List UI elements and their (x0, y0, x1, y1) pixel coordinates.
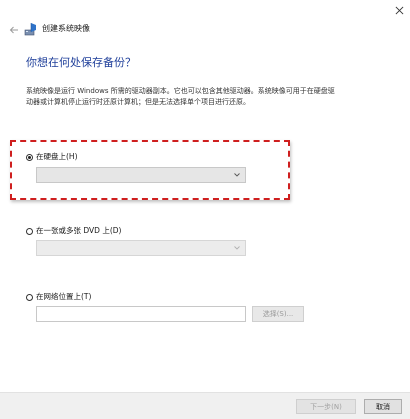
radio-button-network[interactable] (26, 293, 33, 301)
chevron-down-icon (234, 246, 240, 250)
back-button[interactable] (8, 24, 20, 36)
page-heading: 你想在何处保存备份？ (26, 56, 136, 69)
network-location-input[interactable] (36, 306, 246, 322)
back-arrow-icon (9, 26, 18, 34)
next-button[interactable]: 下一步(N) (296, 399, 356, 414)
radio-button-hard-disk[interactable] (26, 153, 33, 161)
chevron-down-icon (234, 173, 240, 177)
radio-label-hard-disk: 在硬盘上(H) (36, 152, 78, 161)
close-icon (395, 6, 403, 14)
footer-bar: 下一步(N) 取消 (0, 392, 410, 419)
cancel-button[interactable]: 取消 (364, 399, 402, 414)
hard-disk-dropdown[interactable] (36, 167, 246, 183)
description-line: 动器或计算机停止运行时还原计算机；但是无法选择单个项目进行还原。 (26, 98, 250, 106)
radio-button-dvd[interactable] (26, 227, 33, 235)
close-button[interactable] (391, 2, 407, 18)
create-system-image-window: 创建系统映像 你想在何处保存备份？ 系统映像是运行 Windows 所需的驱动器… (0, 0, 410, 419)
radio-label-network: 在网络位置上(T) (36, 292, 92, 301)
system-image-icon (24, 23, 36, 36)
browse-button[interactable]: 选择(S)... (252, 306, 304, 322)
description-line: 系统映像是运行 Windows 所需的驱动器副本。它也可以包含其他驱动器。系统映… (26, 87, 335, 95)
radio-option-hard-disk[interactable]: 在硬盘上(H) (26, 152, 78, 162)
window-title: 创建系统映像 (42, 24, 90, 33)
description-text: 系统映像是运行 Windows 所需的驱动器副本。它也可以包含其他驱动器。系统映… (26, 86, 396, 108)
radio-option-network[interactable]: 在网络位置上(T) (26, 292, 91, 302)
radio-option-dvd[interactable]: 在一张或多张 DVD 上(D) (26, 226, 121, 236)
radio-label-dvd: 在一张或多张 DVD 上(D) (36, 226, 122, 235)
dvd-dropdown[interactable] (36, 240, 246, 256)
